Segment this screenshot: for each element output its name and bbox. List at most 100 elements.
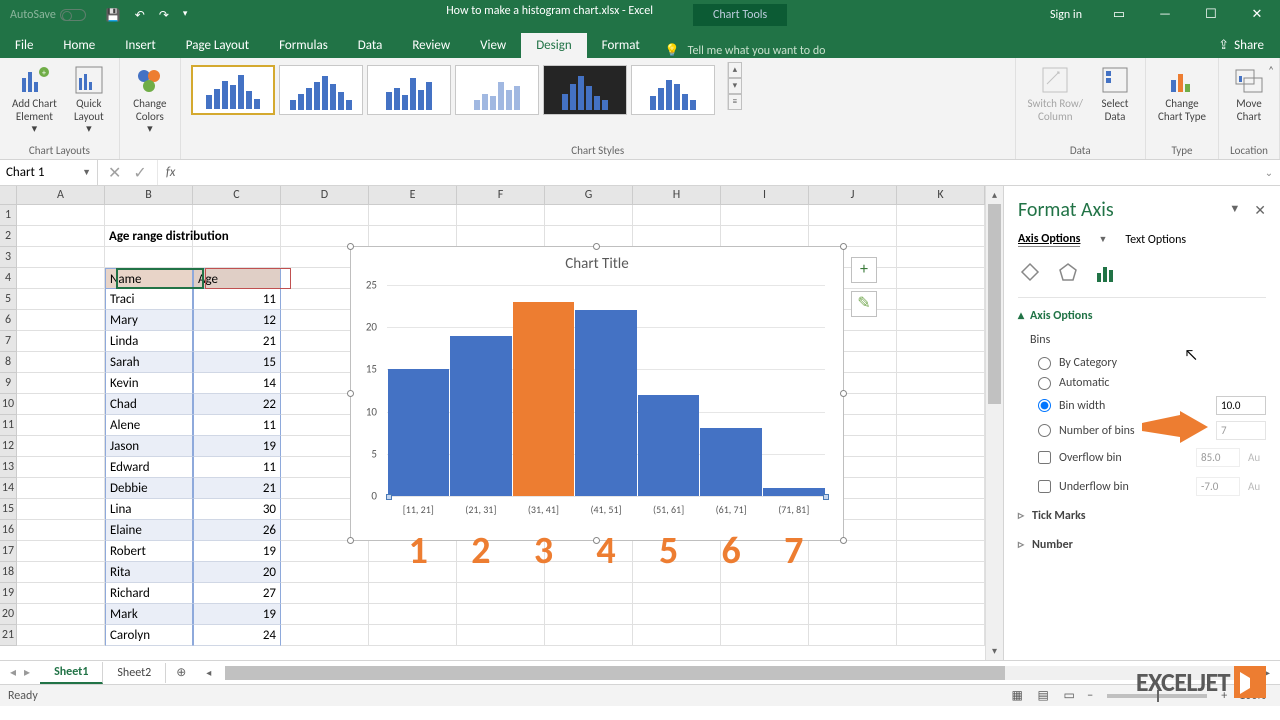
page-break-view-icon[interactable]: ▭: [1057, 687, 1081, 705]
cell[interactable]: [633, 604, 721, 625]
sheet-tab-1[interactable]: Sheet1: [40, 662, 103, 684]
cell[interactable]: Debbie: [105, 478, 193, 499]
cell[interactable]: [897, 268, 985, 289]
histogram-bar[interactable]: [638, 395, 700, 496]
col-head[interactable]: D: [281, 186, 369, 204]
tab-data[interactable]: Data: [343, 33, 398, 58]
cell[interactable]: [897, 457, 985, 478]
enter-fx-icon[interactable]: ✓: [133, 163, 146, 183]
cell[interactable]: [897, 394, 985, 415]
cell[interactable]: [897, 415, 985, 436]
cell[interactable]: 12: [193, 310, 281, 331]
cell[interactable]: [105, 205, 193, 226]
cell[interactable]: 22: [193, 394, 281, 415]
cell[interactable]: 20: [193, 562, 281, 583]
cell[interactable]: Carolyn: [105, 625, 193, 646]
cell[interactable]: [897, 583, 985, 604]
cell[interactable]: [457, 625, 545, 646]
cell[interactable]: [369, 604, 457, 625]
cell[interactable]: [545, 625, 633, 646]
histogram-bar[interactable]: [513, 302, 575, 496]
cell[interactable]: Alene: [105, 415, 193, 436]
cell[interactable]: [281, 625, 369, 646]
cell[interactable]: [281, 604, 369, 625]
chart-brush-button[interactable]: ✎: [851, 291, 877, 317]
cell[interactable]: [457, 205, 545, 226]
tab-design[interactable]: Design: [521, 33, 586, 58]
cell[interactable]: Traci: [105, 289, 193, 310]
cell[interactable]: [897, 226, 985, 247]
cell[interactable]: [369, 583, 457, 604]
cell[interactable]: [193, 247, 281, 268]
cell[interactable]: 24: [193, 625, 281, 646]
cell[interactable]: [369, 625, 457, 646]
cell[interactable]: [721, 625, 809, 646]
fill-line-icon[interactable]: [1018, 261, 1042, 285]
fx-icon[interactable]: fx: [158, 165, 184, 180]
name-box[interactable]: Chart 1▼: [0, 160, 98, 185]
select-all-corner[interactable]: [0, 186, 17, 204]
zoom-out-icon[interactable]: −: [1083, 689, 1097, 703]
collapse-ribbon-icon[interactable]: ˄: [1268, 64, 1274, 77]
radio-by-category[interactable]: By Category: [1018, 353, 1266, 373]
cell[interactable]: [721, 583, 809, 604]
chart-style-1[interactable]: [191, 65, 275, 115]
add-sheet-button[interactable]: ⊕: [166, 665, 196, 680]
chart-style-2[interactable]: [279, 65, 363, 115]
cell[interactable]: [17, 289, 105, 310]
cell[interactable]: [17, 583, 105, 604]
col-head[interactable]: E: [369, 186, 457, 204]
chart-style-4[interactable]: [455, 65, 539, 115]
save-icon[interactable]: 💾: [106, 8, 121, 23]
cell[interactable]: [545, 226, 633, 247]
add-chart-element-button[interactable]: + Add Chart Element▾: [8, 62, 61, 138]
tab-formulas[interactable]: Formulas: [264, 33, 343, 58]
cell[interactable]: [721, 226, 809, 247]
styles-scroll-up[interactable]: ▴: [728, 62, 742, 78]
cell[interactable]: [193, 226, 281, 247]
chart-style-6[interactable]: [631, 65, 715, 115]
formula-input[interactable]: [183, 160, 1264, 185]
cell[interactable]: [17, 541, 105, 562]
sheet-tab-2[interactable]: Sheet2: [103, 663, 166, 683]
cell[interactable]: Richard: [105, 583, 193, 604]
redo-icon[interactable]: ↷: [159, 8, 169, 23]
cell[interactable]: [897, 373, 985, 394]
cell[interactable]: [545, 583, 633, 604]
cell[interactable]: [281, 226, 369, 247]
cell[interactable]: 15: [193, 352, 281, 373]
cell[interactable]: [809, 625, 897, 646]
sheet-nav-next-icon[interactable]: ▸: [24, 665, 30, 680]
check-underflow-bin[interactable]: Underflow bin -7.0Au: [1018, 472, 1266, 501]
row-head[interactable]: 12: [0, 436, 17, 457]
cell[interactable]: 11: [193, 415, 281, 436]
chart-plus-button[interactable]: +: [851, 257, 877, 283]
normal-view-icon[interactable]: ▦: [1005, 687, 1029, 705]
cell[interactable]: [17, 499, 105, 520]
num-bins-input[interactable]: [1216, 421, 1266, 440]
cell[interactable]: Mark: [105, 604, 193, 625]
radio-bin-width[interactable]: Bin width: [1018, 393, 1266, 418]
row-head[interactable]: 13: [0, 457, 17, 478]
col-head[interactable]: J: [809, 186, 897, 204]
histogram-bar[interactable]: [450, 336, 512, 496]
qat-more-icon[interactable]: ▾: [183, 8, 188, 23]
cell[interactable]: [545, 604, 633, 625]
ribbon-display-icon[interactable]: ▭: [1096, 0, 1142, 30]
cell[interactable]: [457, 604, 545, 625]
cell[interactable]: [897, 499, 985, 520]
cell[interactable]: [17, 247, 105, 268]
sheet-nav-prev-icon[interactable]: ◂: [10, 665, 16, 680]
pane-tab-axis-options[interactable]: Axis Options: [1018, 232, 1080, 247]
col-head[interactable]: B: [105, 186, 193, 204]
cell[interactable]: [897, 625, 985, 646]
cell[interactable]: [17, 457, 105, 478]
cell[interactable]: [17, 415, 105, 436]
tab-home[interactable]: Home: [48, 33, 110, 58]
cell[interactable]: [281, 583, 369, 604]
chart-style-3[interactable]: [367, 65, 451, 115]
cell[interactable]: 27: [193, 583, 281, 604]
cell[interactable]: 11: [193, 289, 281, 310]
cell[interactable]: Name: [105, 268, 193, 289]
embedded-chart[interactable]: Chart Title 0510152025 [11, 21](21, 31](…: [350, 246, 844, 541]
